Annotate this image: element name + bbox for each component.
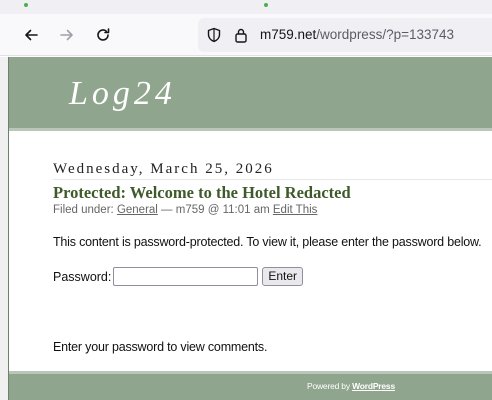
powered-prefix: Powered by [307,381,353,391]
reload-icon [97,28,110,41]
meta-prefix: Filed under: [53,204,117,216]
lock-icon[interactable] [234,27,248,43]
tab-indicator-dot [24,3,28,7]
shield-icon[interactable] [206,27,222,43]
tab-indicator-dot [264,3,268,7]
url-text[interactable]: m759.net/wordpress/?p=133743 [260,27,454,42]
post-date: Wednesday, March 25, 2026 [53,161,492,180]
forward-button[interactable] [54,22,80,48]
meta-author-time: — m759 @ 11:01 am [157,204,273,216]
password-input[interactable] [113,267,259,286]
password-form: Password: Enter [53,267,304,286]
blog-title[interactable]: Log24 [69,75,176,113]
blog-footer: Powered by WordPress [9,371,492,400]
back-button[interactable] [18,22,44,48]
tab-strip [0,0,492,14]
forward-arrow-icon [60,29,73,41]
protected-message: This content is password-protected. To v… [53,235,482,249]
reload-button[interactable] [90,22,116,48]
password-label: Password: [53,269,112,284]
post-meta: Filed under: General — m759 @ 11:01 am E… [53,204,317,216]
url-path: /wordpress/?p=133743 [316,27,455,42]
comments-message: Enter your password to view comments. [53,340,268,354]
wordpress-link[interactable]: WordPress [352,381,395,391]
blog-header: Log24 [9,57,492,131]
url-bar[interactable]: m759.net/wordpress/?p=133743 [198,18,492,52]
browser-toolbar: m759.net/wordpress/?p=133743 [0,14,492,56]
blog-page: Log24 Wednesday, March 25, 2026 Protecte… [8,57,492,400]
powered-by: Powered by WordPress [307,381,395,391]
post-title[interactable]: Protected: Welcome to the Hotel Redacted [53,183,351,203]
page-viewport: Log24 Wednesday, March 25, 2026 Protecte… [0,57,492,400]
category-link[interactable]: General [117,204,158,216]
enter-button[interactable]: Enter [262,267,304,286]
url-domain: m759.net [260,27,317,42]
back-arrow-icon [25,29,38,41]
edit-link[interactable]: Edit This [273,204,318,216]
